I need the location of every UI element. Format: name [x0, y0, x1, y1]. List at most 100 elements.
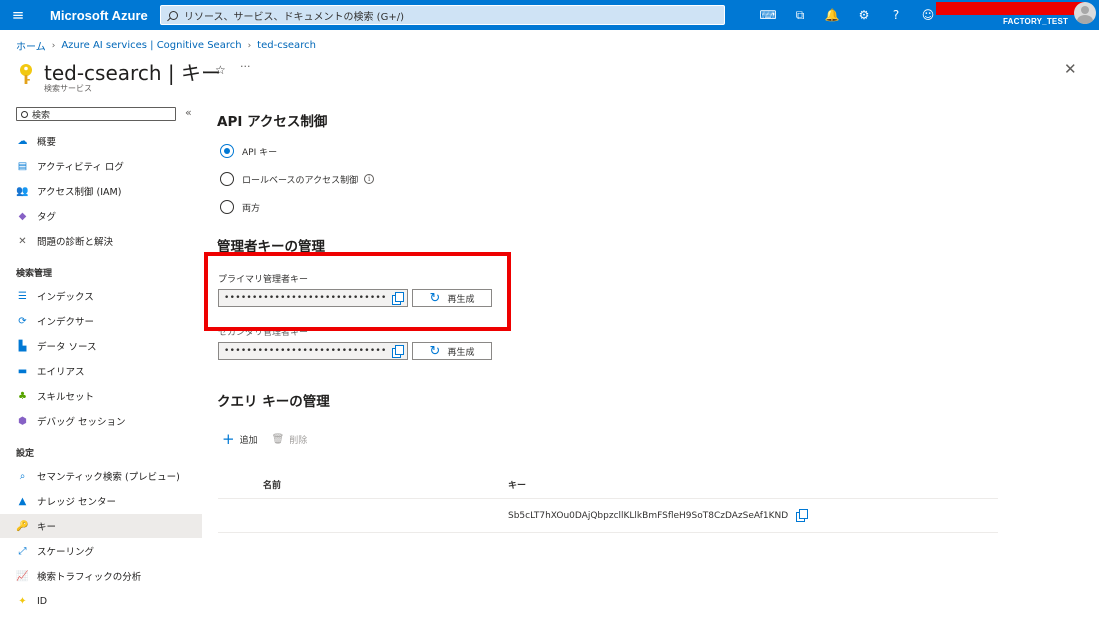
sidebar-item-people[interactable]: 👥 アクセス制御 (IAM) — [0, 179, 202, 203]
page-title: ted-csearch | キー — [44, 61, 221, 85]
people-icon: 👥 — [16, 185, 29, 197]
sidebar-item-skillset[interactable]: ♣ スキルセット — [0, 384, 202, 408]
top-bar: ≡ Microsoft Azure リソース、サービス、ドキュメントの検索 (G… — [0, 0, 1099, 30]
sidebar-item-label: スケーリング — [37, 547, 95, 558]
sidebar-item-label: インデクサー — [37, 317, 95, 328]
radio-button[interactable] — [220, 144, 234, 158]
sidebar-item-cloud[interactable]: ☁ 概要 — [0, 129, 202, 153]
radio-both[interactable]: 両方 — [220, 200, 260, 214]
highlight-annotation — [204, 252, 511, 331]
sidebar-item-log[interactable]: ▤ アクティビティ ログ — [0, 154, 202, 178]
chart-icon: 📈 — [16, 570, 29, 582]
breadcrumb-home[interactable]: ホーム — [16, 38, 46, 53]
sidebar-search-input[interactable]: 検索 — [16, 107, 176, 121]
delete-button[interactable]: 削除 — [289, 433, 307, 446]
radio-label: 両方 — [242, 203, 261, 214]
knowledge-icon: ▲ — [18, 495, 27, 507]
regenerate-secondary-button[interactable]: ↻ 再生成 — [412, 342, 492, 360]
close-icon[interactable]: ✕ — [1064, 60, 1077, 78]
search-icon: ⌕ — [19, 470, 26, 482]
search-icon — [169, 10, 178, 20]
redacted-account-name — [936, 2, 1084, 15]
bell-icon[interactable]: 🔔 — [816, 0, 848, 30]
top-icons: ⌨ ⧉ 🔔 ⚙ ? ☺ — [752, 0, 944, 30]
gear-icon[interactable]: ⚙ — [848, 0, 880, 30]
more-icon[interactable]: ··· — [240, 60, 251, 73]
sidebar-item-label: エイリアス — [37, 367, 85, 378]
sidebar-item-knowledge[interactable]: ▲ ナレッジ センター — [0, 489, 202, 513]
sidebar-item-tools[interactable]: ✕ 問題の診断と解決 — [0, 229, 202, 253]
chevron-right-icon: › — [51, 40, 56, 51]
identity-icon: ✦ — [18, 595, 27, 607]
brand-title[interactable]: Microsoft Azure — [50, 8, 158, 23]
column-header-key[interactable]: キー — [508, 478, 526, 491]
sidebar-item-label: 検索トラフィックの分析 — [37, 572, 142, 583]
sidebar-item-chart[interactable]: 📈 検索トラフィックの分析 — [0, 564, 202, 588]
sidebar-item-label: インデックス — [37, 292, 94, 303]
scale-icon: ⤢ — [18, 545, 27, 557]
sidebar-item-label: スキルセット — [37, 392, 95, 403]
add-button[interactable]: 追加 — [240, 433, 258, 446]
skillset-icon: ♣ — [18, 390, 27, 402]
sidebar-item-identity[interactable]: ✦ ID — [0, 589, 202, 613]
column-header-name[interactable]: 名前 — [263, 478, 281, 491]
sidebar-item-label: デバッグ セッション — [37, 417, 126, 428]
access-control-heading: API アクセス制御 — [217, 114, 328, 130]
query-keys-table-header: 名前 キー — [218, 470, 998, 499]
sidebar-section-settings: 設定 — [16, 449, 35, 459]
collapse-sidebar-icon[interactable]: « — [185, 106, 192, 119]
index-icon: ☰ — [18, 290, 27, 302]
avatar[interactable] — [1074, 2, 1096, 24]
sidebar-item-alias[interactable]: ▬ エイリアス — [0, 359, 202, 383]
info-icon[interactable]: i — [364, 174, 375, 184]
radio-button[interactable] — [220, 200, 234, 214]
sidebar-item-label: タグ — [37, 212, 57, 223]
secondary-key-field[interactable]: ••••••••••••••••••••••••••••••••••••••••… — [218, 342, 408, 360]
key-icon — [20, 64, 32, 84]
secondary-key-value: ••••••••••••••••••••••••••••••••••••••••… — [224, 346, 388, 356]
sidebar-item-search[interactable]: ⌕ セマンティック検索 (プレビュー) — [0, 464, 202, 488]
query-key-value: Sb5cLT7hXOu0DAjQbpzcllKLlkBmFSfleH9SoT8C… — [508, 511, 789, 521]
query-key-cell: Sb5cLT7hXOu0DAjQbpzcllKLlkBmFSfleH9SoT8C… — [508, 508, 811, 522]
indexer-icon: ⟳ — [18, 315, 27, 327]
tenant-name[interactable]: FACTORY_TEST — [1003, 17, 1068, 26]
sidebar-item-debug[interactable]: ⬢ デバッグ セッション — [0, 409, 202, 433]
sidebar-item-label: 問題の診断と解決 — [37, 237, 114, 248]
global-search-input[interactable]: リソース、サービス、ドキュメントの検索 (G+/) — [160, 5, 725, 25]
directory-filter-icon[interactable]: ⧉ — [784, 0, 816, 30]
sidebar-item-datasource[interactable]: ▙ データ ソース — [0, 334, 202, 358]
sidebar-item-indexer[interactable]: ⟳ インデクサー — [0, 309, 202, 333]
copy-icon[interactable] — [796, 508, 809, 522]
sidebar-item-tag[interactable]: ◆ タグ — [0, 204, 202, 228]
tools-icon: ✕ — [18, 235, 27, 247]
copy-icon[interactable] — [392, 345, 404, 358]
table-row: Sb5cLT7hXOu0DAjQbpzcllKLlkBmFSfleH9SoT8C… — [218, 500, 998, 533]
page-subtitle: 検索サービス — [44, 84, 92, 93]
sidebar-search-placeholder: 検索 — [32, 110, 51, 121]
sidebar-item-scale[interactable]: ⤢ スケーリング — [0, 539, 202, 563]
radio-label: API キー — [242, 147, 278, 158]
favorite-star-icon[interactable]: ☆ — [215, 63, 226, 77]
sidebar-section-search-management: 検索管理 — [16, 269, 53, 279]
radio-api-key[interactable]: API キー — [220, 144, 277, 158]
chevron-right-icon: › — [247, 40, 252, 51]
breadcrumb: ホーム › Azure AI services | Cognitive Sear… — [16, 38, 316, 53]
alias-icon: ▬ — [17, 365, 28, 377]
sidebar-item-key[interactable]: 🔑 キー — [0, 514, 202, 538]
hamburger-icon[interactable]: ≡ — [0, 0, 36, 30]
breadcrumb-resource[interactable]: ted-csearch — [257, 40, 316, 51]
help-icon[interactable]: ? — [880, 0, 912, 30]
radio-button[interactable] — [220, 172, 234, 186]
cloud-shell-icon[interactable]: ⌨ — [752, 0, 784, 30]
refresh-icon: ↻ — [429, 343, 441, 359]
sidebar-item-label: キー — [37, 522, 57, 533]
regenerate-label: 再生成 — [447, 347, 475, 358]
datasource-icon: ▙ — [18, 340, 27, 352]
radio-label: ロールベースのアクセス制御 — [242, 175, 359, 186]
search-icon — [21, 110, 28, 118]
sidebar-item-index[interactable]: ☰ インデックス — [0, 284, 202, 308]
radio-rbac[interactable]: ロールベースのアクセス制御 i — [220, 172, 375, 186]
add-icon[interactable]: + — [222, 430, 235, 448]
breadcrumb-ai-services[interactable]: Azure AI services | Cognitive Search — [61, 40, 241, 51]
cloud-icon: ☁ — [17, 135, 28, 147]
